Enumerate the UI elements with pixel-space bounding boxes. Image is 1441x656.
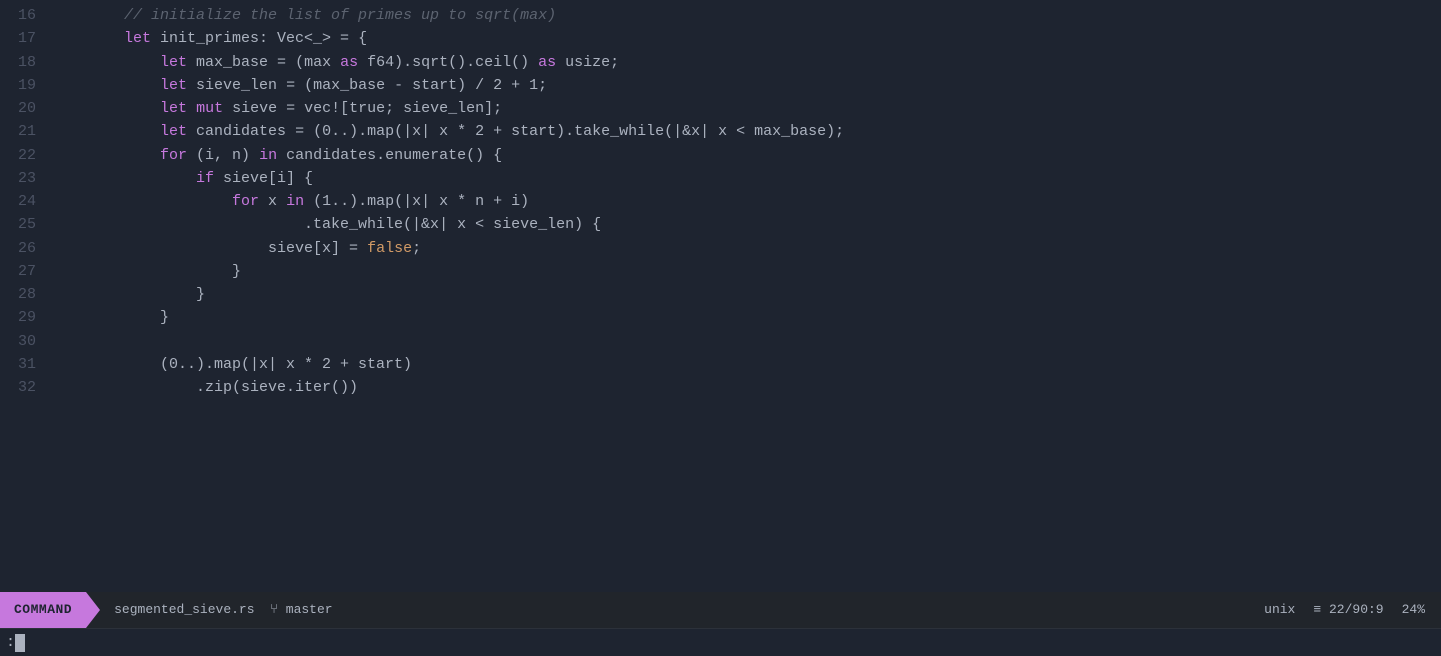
line-content: if sieve[i] { [52, 167, 1441, 190]
encoding: unix [1264, 600, 1295, 620]
table-row: 17 let init_primes: Vec<_> = { [0, 27, 1441, 50]
status-bar: COMMAND segmented_sieve.rs ⑂ master unix… [0, 592, 1441, 628]
line-number: 29 [0, 306, 52, 329]
line-number: 20 [0, 97, 52, 120]
line-content: sieve[x] = false; [52, 237, 1441, 260]
line-number: 27 [0, 260, 52, 283]
status-arrow [86, 592, 100, 628]
position: ≡ 22/90:9 [1313, 600, 1383, 620]
table-row: 23 if sieve[i] { [0, 167, 1441, 190]
table-row: 21 let candidates = (0..).map(|x| x * 2 … [0, 120, 1441, 143]
line-content: } [52, 260, 1441, 283]
line-number: 19 [0, 74, 52, 97]
line-content: // initialize the list of primes up to s… [52, 4, 1441, 27]
mode-indicator: COMMAND [0, 592, 86, 628]
table-row: 31 (0..).map(|x| x * 2 + start) [0, 353, 1441, 376]
line-number: 25 [0, 213, 52, 236]
code-editor: 16 // initialize the list of primes up t… [0, 0, 1441, 592]
line-number: 30 [0, 330, 52, 353]
line-content: .zip(sieve.iter()) [52, 376, 1441, 399]
table-row: 19 let sieve_len = (max_base - start) / … [0, 74, 1441, 97]
line-number: 21 [0, 120, 52, 143]
table-row: 24 for x in (1..).map(|x| x * n + i) [0, 190, 1441, 213]
status-right: unix ≡ 22/90:9 24% [1264, 600, 1441, 620]
table-row: 22 for (i, n) in candidates.enumerate() … [0, 144, 1441, 167]
line-number: 32 [0, 376, 52, 399]
table-row: 29 } [0, 306, 1441, 329]
line-number: 26 [0, 237, 52, 260]
line-content: } [52, 283, 1441, 306]
filename: segmented_sieve.rs ⑂ master [100, 600, 346, 620]
line-number: 17 [0, 27, 52, 50]
scroll-percent: 24% [1402, 600, 1425, 620]
line-content: (0..).map(|x| x * 2 + start) [52, 353, 1441, 376]
table-row: 32 .zip(sieve.iter()) [0, 376, 1441, 399]
line-content: let mut sieve = vec![true; sieve_len]; [52, 97, 1441, 120]
table-row: 16 // initialize the list of primes up t… [0, 4, 1441, 27]
table-row: 28 } [0, 283, 1441, 306]
table-row: 27 } [0, 260, 1441, 283]
line-content [52, 330, 1441, 353]
line-number: 22 [0, 144, 52, 167]
table-row: 30 [0, 330, 1441, 353]
line-content: let candidates = (0..).map(|x| x * 2 + s… [52, 120, 1441, 143]
command-line[interactable]: : [0, 628, 1441, 656]
cursor [15, 634, 25, 652]
table-row: 26 sieve[x] = false; [0, 237, 1441, 260]
line-content: for x in (1..).map(|x| x * n + i) [52, 190, 1441, 213]
line-content: let sieve_len = (max_base - start) / 2 +… [52, 74, 1441, 97]
line-number: 18 [0, 51, 52, 74]
table-row: 25 .take_while(|&x| x < sieve_len) { [0, 213, 1441, 236]
line-number: 16 [0, 4, 52, 27]
line-number: 28 [0, 283, 52, 306]
table-row: 18 let max_base = (max as f64).sqrt().ce… [0, 51, 1441, 74]
line-number: 31 [0, 353, 52, 376]
line-content: let init_primes: Vec<_> = { [52, 27, 1441, 50]
line-content: } [52, 306, 1441, 329]
cmd-prefix: : [6, 631, 15, 654]
line-number: 24 [0, 190, 52, 213]
line-content: .take_while(|&x| x < sieve_len) { [52, 213, 1441, 236]
table-row: 20 let mut sieve = vec![true; sieve_len]… [0, 97, 1441, 120]
line-content: let max_base = (max as f64).sqrt().ceil(… [52, 51, 1441, 74]
line-content: for (i, n) in candidates.enumerate() { [52, 144, 1441, 167]
line-number: 23 [0, 167, 52, 190]
